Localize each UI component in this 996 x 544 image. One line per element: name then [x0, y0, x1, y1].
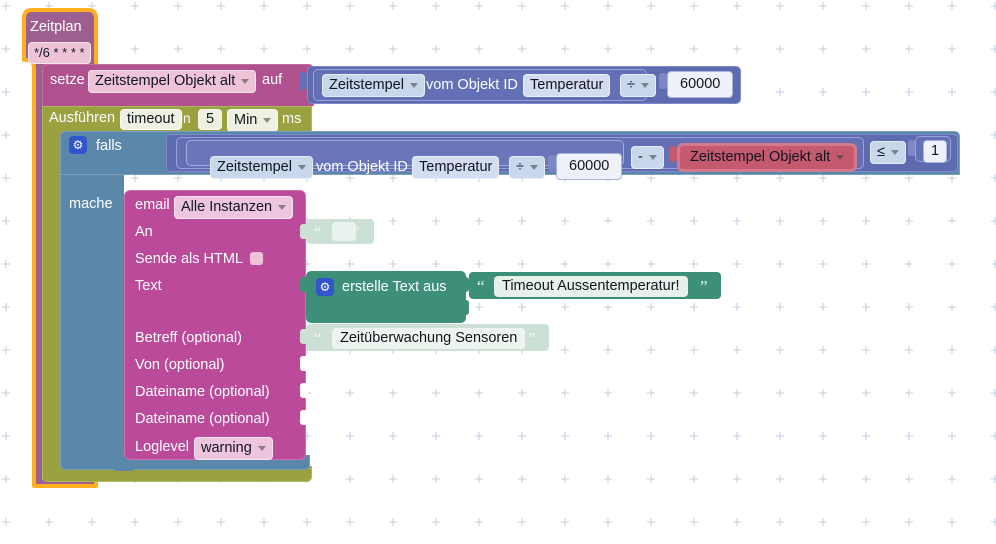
- email-row-label-betreff: Betreff (optional): [135, 330, 242, 346]
- if-block-body[interactable]: [60, 175, 124, 463]
- open-quote-1: “: [314, 223, 322, 242]
- create-text-socket-1: [461, 277, 469, 292]
- loglevel-label: Loglevel: [135, 439, 190, 455]
- email-row-label-text: Text: [135, 278, 162, 294]
- loglevel-dropdown[interactable]: warning: [194, 437, 273, 460]
- if-keyword: falls: [96, 138, 122, 154]
- timeout-amount-field[interactable]: 5: [198, 109, 223, 130]
- close-quote-1: ”: [352, 223, 360, 242]
- variable-socket: [669, 146, 677, 162]
- object-id-field-2[interactable]: Temperatur: [412, 156, 500, 179]
- timestamp-selector-dropdown-2[interactable]: Zeitstempel: [210, 156, 313, 179]
- gear-icon[interactable]: ⚙: [69, 136, 87, 154]
- operand-socket-2: [548, 155, 556, 171]
- do-keyword: mache: [69, 196, 113, 212]
- email-instance-dropdown[interactable]: Alle Instanzen: [174, 196, 294, 219]
- timeout-name-field[interactable]: timeout: [120, 109, 182, 130]
- create-text-keyword: erstelle Text aus: [342, 279, 447, 295]
- create-text-socket-2: [461, 300, 469, 315]
- email-socket-datei-1: [300, 383, 308, 398]
- email-row-label-html: Sende als HTML: [135, 251, 243, 267]
- timeout-suffix-label: ms: [282, 111, 302, 127]
- operand-socket-1: [659, 73, 667, 89]
- gear-icon-create-text[interactable]: ⚙: [316, 278, 334, 296]
- compare-operator-dropdown[interactable]: ≤: [870, 141, 906, 164]
- if-block-bottom-tab: [112, 461, 136, 471]
- object-id-field-1[interactable]: Temperatur: [523, 74, 611, 97]
- email-socket-datei-2: [300, 410, 308, 425]
- email-row-label-an: An: [135, 224, 153, 240]
- operand-number-2[interactable]: 60000: [556, 153, 623, 180]
- minus-operator-dropdown[interactable]: -: [631, 146, 664, 169]
- variable-getter-block[interactable]: Zeitstempel Objekt alt: [677, 143, 858, 172]
- open-quote-2: “: [477, 277, 485, 296]
- set-variable-socket: [299, 72, 307, 90]
- set-variable-connector: auf: [262, 72, 283, 88]
- set-variable-dropdown[interactable]: Zeitstempel Objekt alt: [88, 70, 257, 93]
- object-id-label-1: vom Objekt ID: [426, 77, 518, 93]
- email-row-label-von: Von (optional): [135, 357, 225, 373]
- divide-operator-dropdown-1[interactable]: ÷: [620, 74, 656, 97]
- timeout-in-label: in: [180, 111, 191, 126]
- operand-number-1[interactable]: 60000: [667, 71, 734, 98]
- email-keyword: email: [135, 197, 170, 213]
- schedule-cron-field[interactable]: */6 * * * *: [28, 42, 91, 64]
- send-as-html-checkbox[interactable]: [250, 252, 263, 265]
- subject-text-field[interactable]: Zeitüberwachung Sensoren: [332, 328, 526, 349]
- open-quote-3: “: [314, 329, 322, 348]
- compare-value-number[interactable]: 1: [923, 140, 948, 163]
- timeout-text-field[interactable]: Timeout Aussentemperatur!: [494, 276, 688, 297]
- object-id-label-2: vom Objekt ID: [316, 159, 408, 175]
- close-quote-3: ”: [528, 329, 536, 348]
- timeout-keyword: Ausführen: [49, 110, 116, 126]
- email-row-label-datei-1: Dateiname (optional): [135, 384, 270, 400]
- close-quote-2: ”: [700, 277, 708, 296]
- email-row-label-datei-2: Dateiname (optional): [135, 411, 270, 427]
- schedule-title: Zeitplan: [30, 19, 82, 35]
- timeout-unit-dropdown[interactable]: Min: [227, 109, 279, 132]
- timestamp-selector-dropdown-1[interactable]: Zeitstempel: [322, 74, 425, 97]
- divide-operator-dropdown-2[interactable]: ÷: [509, 156, 545, 179]
- set-variable-keyword: setze: [50, 72, 85, 88]
- email-socket-von: [300, 356, 308, 371]
